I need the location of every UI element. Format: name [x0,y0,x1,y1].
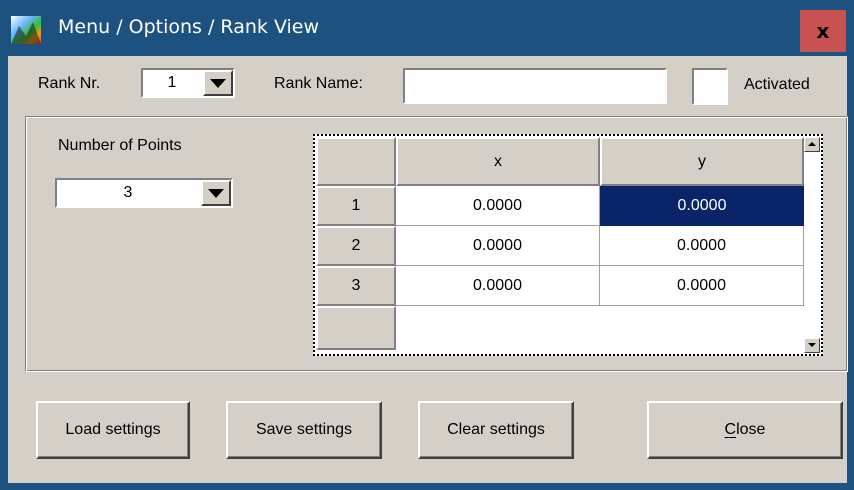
close-button[interactable]: Close [647,401,843,459]
chevron-down-icon[interactable] [201,180,231,206]
app-icon [11,16,41,44]
column-header-x[interactable]: x [396,137,600,186]
scroll-up-icon[interactable] [804,137,820,152]
load-settings-button[interactable]: Load settings [36,401,190,459]
title-bar[interactable]: Menu / Options / Rank View x [0,0,854,56]
clear-settings-button[interactable]: Clear settings [418,401,574,459]
chevron-down-icon[interactable] [203,70,233,96]
rank-name-input[interactable] [403,68,667,104]
rank-nr-select[interactable]: 1 [141,68,235,98]
cell-2-y[interactable]: 0.0000 [600,226,804,266]
table-corner-header[interactable] [316,137,396,186]
number-of-points-label: Number of Points [58,137,182,154]
column-header-y[interactable]: y [600,137,804,186]
number-of-points-value: 3 [123,184,133,201]
cell-2-x[interactable]: 0.0000 [396,226,600,266]
close-window-button[interactable]: x [800,10,846,52]
number-of-points-select[interactable]: 3 [55,178,233,208]
activated-checkbox[interactable] [692,68,728,105]
window-title: Menu / Options / Rank View [58,16,320,38]
rank-nr-label: Rank Nr. [38,75,101,92]
cell-3-y[interactable]: 0.0000 [600,266,804,306]
rank-view-window: Menu / Options / Rank View x Rank Nr. 1 … [0,0,854,490]
close-button-label: Close [724,421,766,438]
rank-name-label: Rank Name: [274,75,363,92]
cell-1-y[interactable]: 0.0000 [600,186,804,226]
row-header-2[interactable]: 2 [316,226,396,266]
row-header-1[interactable]: 1 [316,186,396,226]
cell-3-x[interactable]: 0.0000 [396,266,600,306]
row-header-3[interactable]: 3 [316,266,396,306]
rank-nr-value: 1 [167,74,177,91]
row-header-new[interactable] [316,306,396,350]
scroll-down-icon[interactable] [804,338,820,353]
table-vertical-scrollbar[interactable] [804,137,820,353]
cell-1-x[interactable]: 0.0000 [396,186,600,226]
save-settings-button[interactable]: Save settings [226,401,382,459]
activated-label: Activated [744,76,810,93]
